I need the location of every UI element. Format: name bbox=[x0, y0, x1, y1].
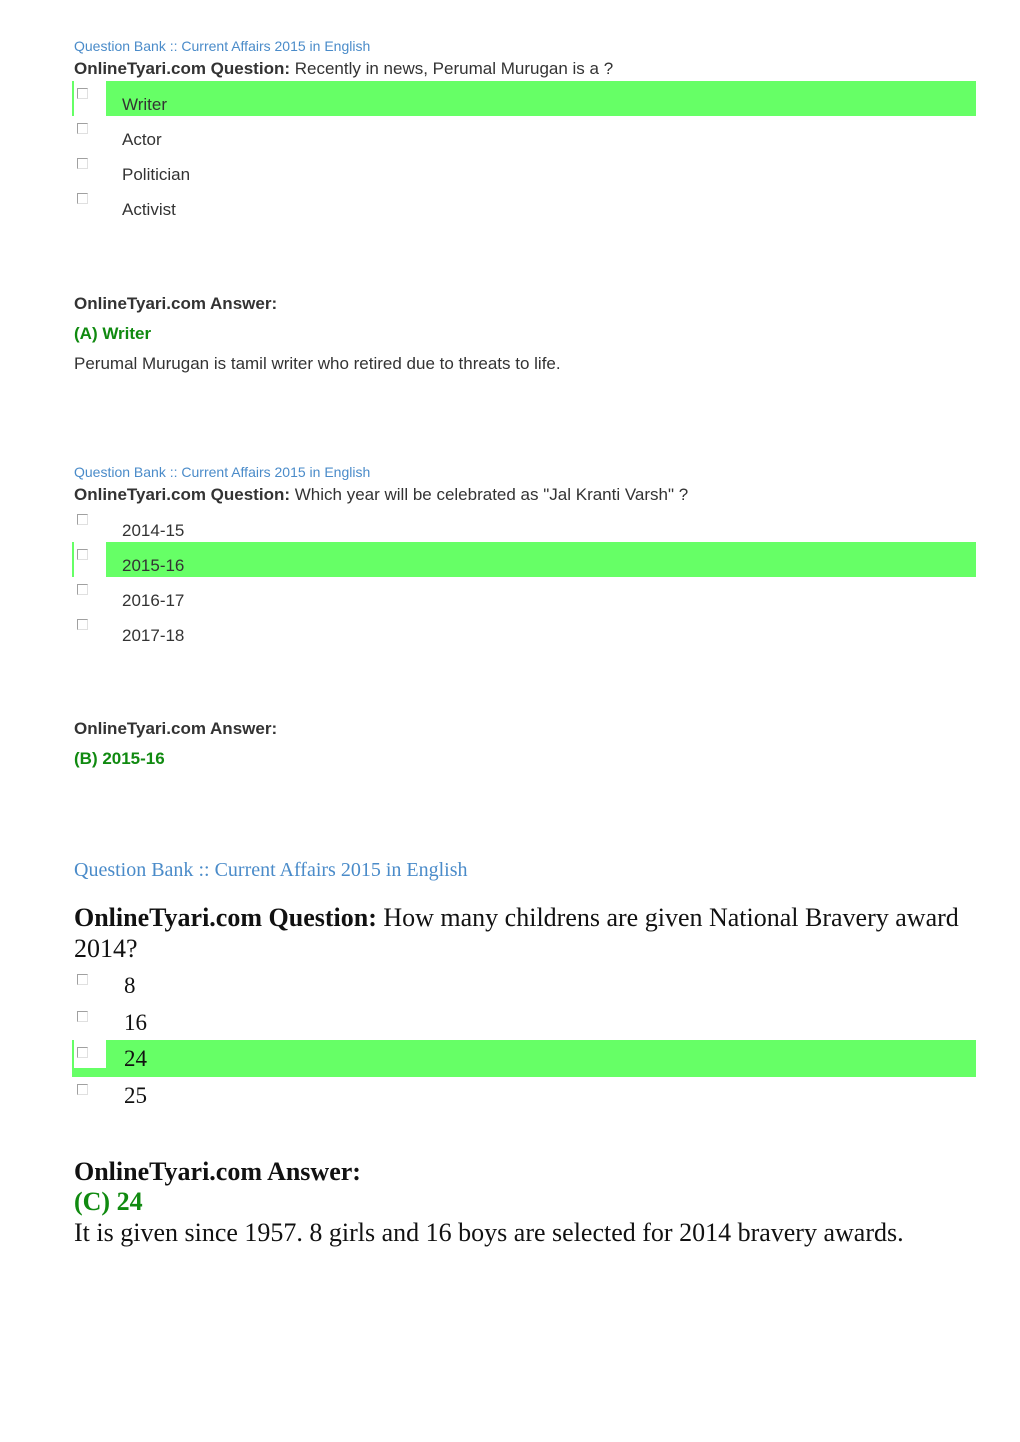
document-page: Question Bank :: Current Affairs 2015 in… bbox=[0, 0, 1020, 1442]
option-a[interactable]: 8 bbox=[72, 967, 976, 1004]
option-label: 2017-18 bbox=[122, 626, 185, 645]
question-text: OnlineTyari.com Question: Which year wil… bbox=[74, 483, 976, 507]
checkbox-icon[interactable] bbox=[77, 193, 88, 204]
option-label: Writer bbox=[122, 95, 168, 114]
option-c[interactable]: Politician bbox=[72, 151, 976, 186]
breadcrumb-category-link[interactable]: Current Affairs 2015 in English bbox=[215, 859, 468, 881]
answer-label: OnlineTyari.com Answer: bbox=[74, 719, 278, 738]
option-a-correct[interactable]: Writer bbox=[72, 81, 976, 116]
answer-explanation: Perumal Murugan is tamil writer who reti… bbox=[74, 354, 561, 373]
checkbox-icon[interactable] bbox=[77, 514, 88, 525]
option-b[interactable]: 16 bbox=[72, 1004, 976, 1041]
option-d[interactable]: 25 bbox=[72, 1077, 976, 1114]
question-text: OnlineTyari.com Question: Recently in ne… bbox=[74, 57, 976, 81]
option-c-correct[interactable]: 24 bbox=[72, 1040, 976, 1077]
option-label: Activist bbox=[122, 200, 176, 219]
question-block-1: Question Bank :: Current Affairs 2015 in… bbox=[72, 37, 976, 221]
option-label: 2014-15 bbox=[122, 521, 185, 540]
option-label: Actor bbox=[122, 130, 162, 149]
option-label: 2015-16 bbox=[122, 556, 185, 575]
answer-label: OnlineTyari.com Answer: bbox=[74, 1157, 361, 1186]
option-label: 24 bbox=[124, 1046, 147, 1071]
breadcrumb: Question Bank :: Current Affairs 2015 in… bbox=[74, 858, 976, 882]
option-d[interactable]: 2017-18 bbox=[72, 612, 976, 647]
answer-key: (B) 2015-16 bbox=[74, 749, 165, 768]
breadcrumb-separator: :: bbox=[169, 38, 178, 54]
question-label: OnlineTyari.com Question: bbox=[74, 903, 377, 932]
question-block-2: Question Bank :: Current Affairs 2015 in… bbox=[72, 463, 976, 647]
answer-key: (A) Writer bbox=[74, 324, 152, 343]
answer-label: OnlineTyari.com Answer: bbox=[74, 294, 278, 313]
question-text: OnlineTyari.com Question: How many child… bbox=[74, 902, 976, 964]
answer-block-3: OnlineTyari.com Answer: (C) 24 It is giv… bbox=[74, 1157, 976, 1248]
breadcrumb: Question Bank :: Current Affairs 2015 in… bbox=[74, 37, 976, 55]
breadcrumb-separator: :: bbox=[169, 464, 178, 480]
question-block-3: Question Bank :: Current Affairs 2015 in… bbox=[72, 858, 976, 1113]
option-a[interactable]: 2014-15 bbox=[72, 507, 976, 542]
option-b-correct[interactable]: 2015-16 bbox=[72, 542, 976, 577]
checkbox-icon[interactable] bbox=[77, 158, 88, 169]
checkbox-icon[interactable] bbox=[77, 549, 88, 560]
checkbox-icon[interactable] bbox=[77, 1083, 88, 1095]
option-label: 2016-17 bbox=[122, 591, 185, 610]
option-d[interactable]: Activist bbox=[72, 186, 976, 221]
question-body: Which year will be celebrated as "Jal Kr… bbox=[294, 485, 689, 504]
breadcrumb-category-link[interactable]: Current Affairs 2015 in English bbox=[181, 38, 370, 54]
breadcrumb-question-bank-link[interactable]: Question Bank bbox=[74, 464, 166, 480]
option-label: Politician bbox=[122, 165, 191, 184]
answer-key: (C) 24 bbox=[74, 1187, 143, 1216]
answer-block-1: OnlineTyari.com Answer: (A) Writer Perum… bbox=[74, 289, 976, 379]
breadcrumb-question-bank-link[interactable]: Question Bank bbox=[74, 859, 193, 881]
answer-block-2: OnlineTyari.com Answer: (B) 2015-16 bbox=[74, 714, 976, 774]
checkbox-icon[interactable] bbox=[77, 1047, 88, 1058]
question-label: OnlineTyari.com Question: bbox=[74, 485, 290, 504]
checkbox-icon[interactable] bbox=[77, 584, 88, 595]
option-label: 8 bbox=[124, 973, 136, 998]
checkbox-icon[interactable] bbox=[77, 1010, 88, 1022]
options-list: 2014-15 2015-16 2016-17 2017-18 bbox=[72, 507, 976, 647]
option-label: 25 bbox=[124, 1082, 147, 1108]
breadcrumb-category-link[interactable]: Current Affairs 2015 in English bbox=[181, 464, 370, 480]
breadcrumb-question-bank-link[interactable]: Question Bank bbox=[74, 38, 166, 54]
checkbox-icon[interactable] bbox=[77, 619, 88, 630]
option-label: 16 bbox=[124, 1009, 147, 1035]
options-list: 8 16 24 25 bbox=[72, 967, 976, 1113]
answer-explanation: It is given since 1957. 8 girls and 16 b… bbox=[74, 1218, 904, 1247]
option-b[interactable]: Actor bbox=[72, 116, 976, 151]
breadcrumb: Question Bank :: Current Affairs 2015 in… bbox=[74, 463, 976, 481]
option-c[interactable]: 2016-17 bbox=[72, 577, 976, 612]
question-body: Recently in news, Perumal Murugan is a ? bbox=[294, 59, 614, 78]
checkbox-icon[interactable] bbox=[77, 88, 88, 99]
question-label: OnlineTyari.com Question: bbox=[74, 59, 290, 78]
options-list: Writer Actor Politician Activist bbox=[72, 81, 976, 221]
breadcrumb-separator: :: bbox=[198, 859, 210, 881]
checkbox-icon[interactable] bbox=[77, 974, 88, 985]
checkbox-icon[interactable] bbox=[77, 123, 88, 134]
